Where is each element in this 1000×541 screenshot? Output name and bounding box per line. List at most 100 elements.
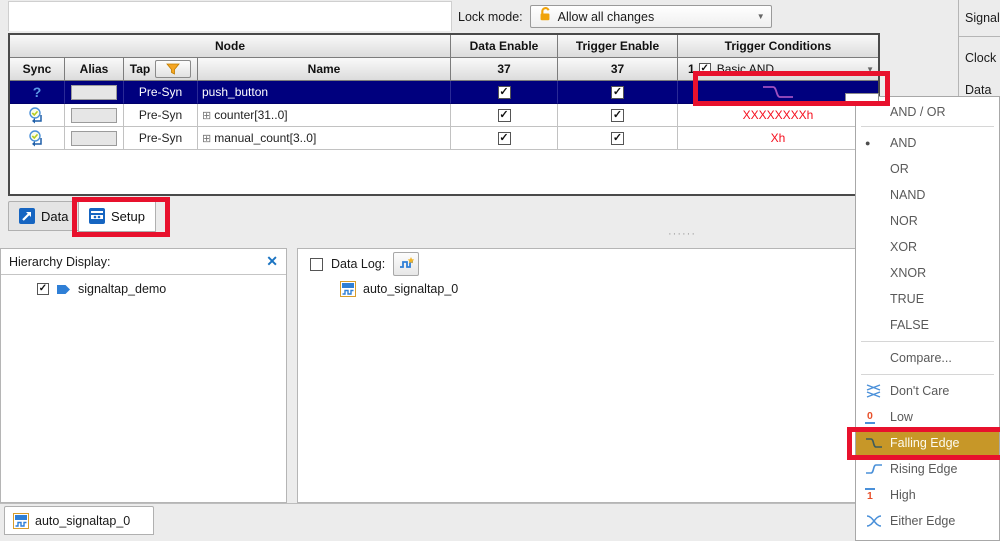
- unlock-icon: [537, 6, 553, 27]
- splitter-handle[interactable]: ······: [668, 228, 696, 240]
- alias-field[interactable]: [71, 85, 117, 100]
- question-icon: ?: [33, 84, 42, 100]
- column-header-data-enable[interactable]: Data Enable: [451, 35, 558, 58]
- signal-configuration-title: Signal Configuration:: [959, 0, 1000, 37]
- close-icon[interactable]: ✕: [266, 253, 278, 270]
- tap-header-label: Tap: [130, 62, 150, 76]
- signaltap-instance-icon: [13, 513, 29, 529]
- hierarchy-item-signaltap-demo[interactable]: ✓ signaltap_demo: [1, 275, 286, 296]
- menu-item-or[interactable]: OR: [856, 156, 999, 182]
- hierarchy-display-title: Hierarchy Display:: [9, 255, 266, 269]
- data-log-header: Data Log:: [298, 249, 942, 279]
- annotation-box-setup-tab: [72, 197, 170, 237]
- data-log-item[interactable]: auto_signaltap_0: [298, 279, 942, 297]
- menu-item-xor[interactable]: XOR: [856, 234, 999, 260]
- data-enable-count[interactable]: 37: [451, 58, 558, 81]
- column-header-trigger-enable[interactable]: Trigger Enable: [558, 35, 678, 58]
- sync-cell[interactable]: [10, 104, 65, 127]
- dont-care-icon: [865, 384, 890, 398]
- instance-icon: [56, 284, 71, 295]
- data-enable-cell[interactable]: ✓: [451, 127, 558, 150]
- high-icon: 1: [865, 488, 890, 503]
- trigger-enable-checkbox[interactable]: ✓: [611, 86, 624, 99]
- alias-cell[interactable]: [65, 81, 124, 104]
- menu-item-either-edge[interactable]: Either Edge: [856, 508, 999, 534]
- check-icon: ✓: [613, 133, 622, 144]
- menu-item-label: Either Edge: [890, 514, 955, 528]
- hierarchy-item-checkbox[interactable]: ✓: [37, 283, 49, 295]
- alias-cell[interactable]: [65, 104, 124, 127]
- check-icon: ✓: [499, 110, 508, 121]
- check-icon: ✓: [499, 133, 508, 144]
- trigger-condition-value: XXXXXXXXh: [682, 108, 874, 122]
- menu-item-nand[interactable]: NAND: [856, 182, 999, 208]
- trigger-condition-cell[interactable]: Xh: [678, 127, 878, 150]
- sync-cell[interactable]: [10, 127, 65, 150]
- clock-label: Clock: [959, 47, 1000, 69]
- column-header-name[interactable]: Name: [198, 58, 451, 81]
- lock-mode-label: Lock mode:: [458, 10, 523, 24]
- data-log-panel: Data Log: auto_signaltap_0: [297, 248, 943, 503]
- alias-cell[interactable]: [65, 127, 124, 150]
- signaltap-instance-icon: [340, 281, 356, 297]
- tap-cell[interactable]: Pre-Syn: [124, 81, 198, 104]
- menu-item-compare[interactable]: Compare...: [856, 345, 999, 371]
- trigger-enable-cell[interactable]: ✓: [558, 104, 678, 127]
- trigger-condition-cell[interactable]: XXXXXXXXh: [678, 104, 878, 127]
- menu-item-nor[interactable]: NOR: [856, 208, 999, 234]
- data-enable-checkbox[interactable]: ✓: [498, 132, 511, 145]
- data-enable-checkbox[interactable]: ✓: [498, 86, 511, 99]
- column-header-trigger-conditions[interactable]: Trigger Conditions: [678, 35, 878, 58]
- menu-item-xnor[interactable]: XNOR: [856, 260, 999, 286]
- menu-item-false[interactable]: FALSE: [856, 312, 999, 338]
- tab-data-label: Data: [41, 209, 68, 224]
- column-header-tap[interactable]: Tap: [124, 58, 198, 81]
- menu-item-true[interactable]: TRUE: [856, 286, 999, 312]
- menu-item-high[interactable]: 1 High: [856, 482, 999, 508]
- tap-cell[interactable]: Pre-Syn: [124, 104, 198, 127]
- menu-item-label: Don't Care: [890, 384, 949, 398]
- name-cell[interactable]: ⊞ manual_count[3..0]: [198, 127, 451, 150]
- filter-button[interactable]: [155, 60, 191, 78]
- sync-cell[interactable]: ?: [10, 81, 65, 104]
- data-log-checkbox[interactable]: [310, 258, 323, 271]
- expand-icon[interactable]: ⊞: [202, 132, 211, 145]
- tab-data[interactable]: Data: [8, 201, 79, 231]
- trigger-enable-cell[interactable]: ✓: [558, 81, 678, 104]
- data-enable-cell[interactable]: ✓: [451, 104, 558, 127]
- trigger-enable-cell[interactable]: ✓: [558, 127, 678, 150]
- lock-mode-dropdown[interactable]: Allow all changes ▼: [530, 5, 772, 28]
- top-strip: Lock mode: Allow all changes ▼: [0, 0, 1000, 33]
- instance-tab-bar: auto_signaltap_0: [0, 503, 1000, 541]
- trigger-enable-checkbox[interactable]: ✓: [611, 109, 624, 122]
- lock-mode-value: Allow all changes: [558, 10, 752, 24]
- column-header-sync[interactable]: Sync: [10, 58, 65, 81]
- annotation-box-trigger-condition: [693, 71, 890, 106]
- column-header-node[interactable]: Node: [10, 35, 451, 58]
- check-icon: ✓: [499, 87, 508, 98]
- column-header-alias[interactable]: Alias: [65, 58, 124, 81]
- alias-field[interactable]: [71, 108, 117, 123]
- filter-funnel-icon: [166, 63, 180, 75]
- trigger-enable-count[interactable]: 37: [558, 58, 678, 81]
- name-cell[interactable]: push_button: [198, 81, 451, 104]
- trigger-enable-checkbox[interactable]: ✓: [611, 132, 624, 145]
- radio-selected-icon: ●: [865, 138, 890, 148]
- menu-item-and[interactable]: ●AND: [856, 130, 999, 156]
- sync-status-icon: [28, 107, 46, 124]
- data-enable-checkbox[interactable]: ✓: [498, 109, 511, 122]
- data-enable-cell[interactable]: ✓: [451, 81, 558, 104]
- data-log-item-label: auto_signaltap_0: [363, 282, 458, 296]
- hierarchy-display-panel: Hierarchy Display: ✕ ✓ signaltap_demo: [0, 248, 287, 503]
- menu-separator: [861, 341, 994, 342]
- alias-field[interactable]: [71, 131, 117, 146]
- name-cell[interactable]: ⊞ counter[31..0]: [198, 104, 451, 127]
- menu-item-dont-care[interactable]: Don't Care: [856, 378, 999, 404]
- new-data-log-button[interactable]: [393, 252, 419, 276]
- check-icon: ✓: [39, 284, 47, 294]
- tab-auto-signaltap-0[interactable]: auto_signaltap_0: [4, 506, 154, 535]
- annotation-box-falling-edge: [847, 427, 1000, 460]
- data-tab-icon: [19, 208, 35, 224]
- tap-cell[interactable]: Pre-Syn: [124, 127, 198, 150]
- expand-icon[interactable]: ⊞: [202, 109, 211, 122]
